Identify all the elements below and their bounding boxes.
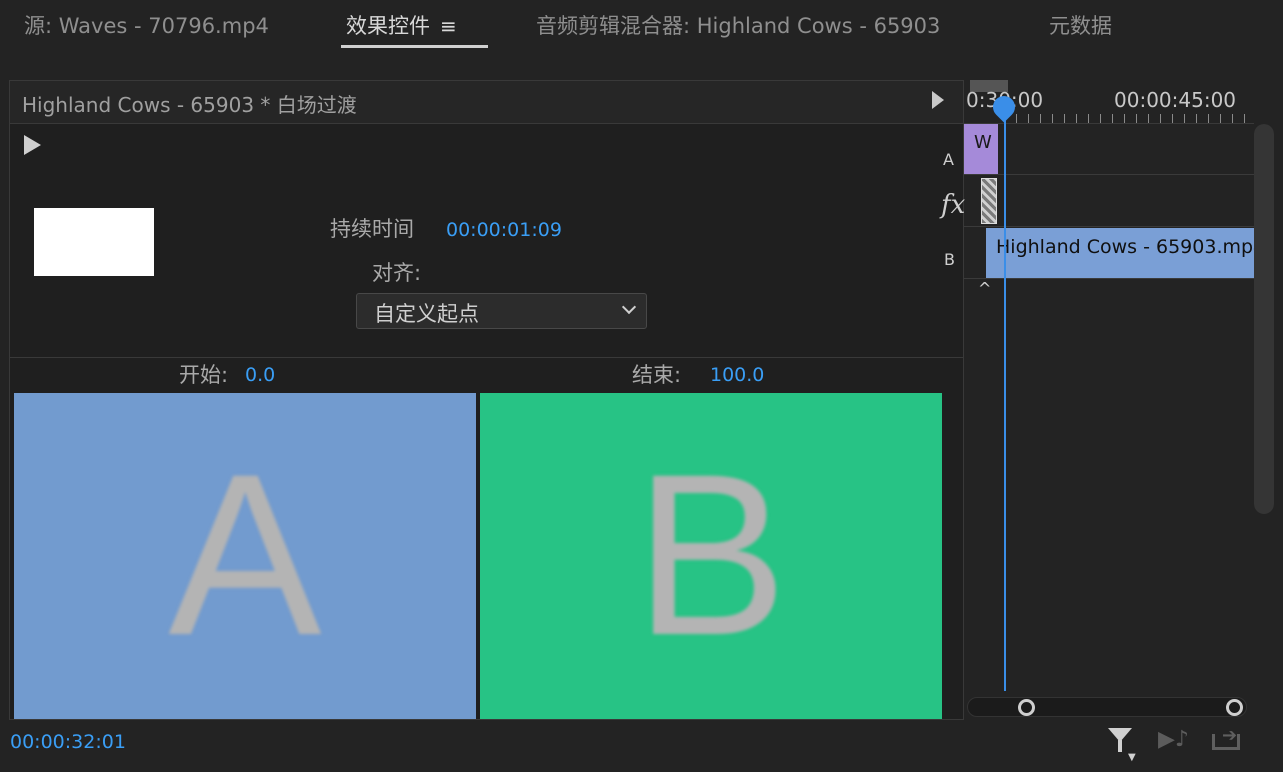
tab-metadata[interactable]: 元数据 (1049, 10, 1112, 42)
caret-up-icon[interactable]: ^ (978, 279, 991, 298)
zoom-scrollbar[interactable] (967, 697, 1247, 717)
duration-label: 持续时间 (330, 217, 414, 241)
vertical-scrollbar[interactable] (1254, 124, 1274, 514)
alignment-label: 对齐: (372, 261, 422, 285)
start-label: 开始: (179, 363, 229, 387)
preview-a-letter: A (168, 426, 322, 683)
end-value[interactable]: 100.0 (710, 364, 764, 386)
transition-settings: 持续时间 00:00:01:09 对齐: 自定义起点 (10, 125, 963, 358)
tab-audio-clip-mixer[interactable]: 音频剪辑混合器: Highland Cows - 65903 (536, 10, 940, 42)
tab-source[interactable]: 源: Waves - 70796.mp4 (24, 10, 269, 42)
vertical-scrollbar-thumb[interactable] (1254, 124, 1274, 514)
tab-effect-controls-label: 效果控件 (346, 14, 430, 38)
effect-controls-header: Highland Cows - 65903 * 白场过渡 (10, 81, 963, 124)
preview-b-letter: B (634, 426, 788, 683)
export-arrow-icon: ➔ (1222, 725, 1238, 746)
track-divider (964, 174, 1254, 175)
track-divider (964, 226, 1254, 227)
track-b-label: B (944, 250, 955, 269)
show-timeline-play-icon[interactable] (932, 91, 944, 109)
export-icon[interactable]: ➔ (1212, 725, 1244, 750)
panel-menu-icon[interactable]: ≡ (440, 10, 457, 42)
clip-a[interactable]: W (964, 124, 998, 174)
clip-b-label: Highland Cows - 65903.mp4 (996, 236, 1254, 258)
track-divider (964, 278, 1254, 279)
play-transition-icon[interactable] (24, 135, 41, 155)
filter-funnel-stem (1118, 740, 1122, 752)
clip-a-label: W (974, 132, 992, 153)
effect-controls-timeline: 0:30:00 00:00:45:00 W Highland Cows - 65… (964, 80, 1283, 720)
fx-icon: fx (941, 190, 966, 220)
effect-controls-panel: Highland Cows - 65903 * 白场过渡 持续时间 00:00:… (9, 80, 964, 720)
duration-value[interactable]: 00:00:01:09 (446, 219, 562, 241)
clip-transition-title: Highland Cows - 65903 * 白场过渡 (22, 93, 357, 117)
current-timecode[interactable]: 00:00:32:01 (10, 731, 126, 753)
transition-clip[interactable] (981, 178, 997, 224)
ruler-label-2: 00:00:45:00 (1114, 88, 1237, 112)
start-end-row: 开始: 0.0 结束: 100.0 (10, 359, 963, 392)
ruler-ticks (1004, 114, 1254, 123)
track-a-label: A (943, 150, 954, 169)
start-value[interactable]: 0.0 (245, 364, 275, 386)
active-tab-indicator (341, 45, 488, 48)
playhead-line (1004, 116, 1006, 691)
alignment-selected-value: 自定义起点 (374, 302, 479, 326)
zoom-handle-left[interactable] (1018, 699, 1035, 716)
filter-caret-icon: ▼ (1128, 752, 1136, 763)
chevron-down-icon (621, 299, 637, 315)
preview-a[interactable]: A (14, 393, 476, 719)
panel-tab-bar: 源: Waves - 70796.mp4 效果控件 ≡ 音频剪辑混合器: High… (0, 0, 1283, 56)
play-audio-icon[interactable]: ▶♪ (1158, 726, 1189, 754)
end-label: 结束: (632, 363, 682, 387)
preview-b[interactable]: B (480, 393, 942, 719)
clip-b[interactable]: Highland Cows - 65903.mp4 (986, 228, 1254, 278)
alignment-dropdown[interactable]: 自定义起点 (356, 293, 647, 329)
zoom-handle-right[interactable] (1226, 699, 1243, 716)
tab-effect-controls[interactable]: 效果控件 ≡ (346, 10, 457, 42)
filter-icon[interactable]: ▼ (1108, 726, 1136, 763)
transition-thumbnail (34, 208, 154, 276)
